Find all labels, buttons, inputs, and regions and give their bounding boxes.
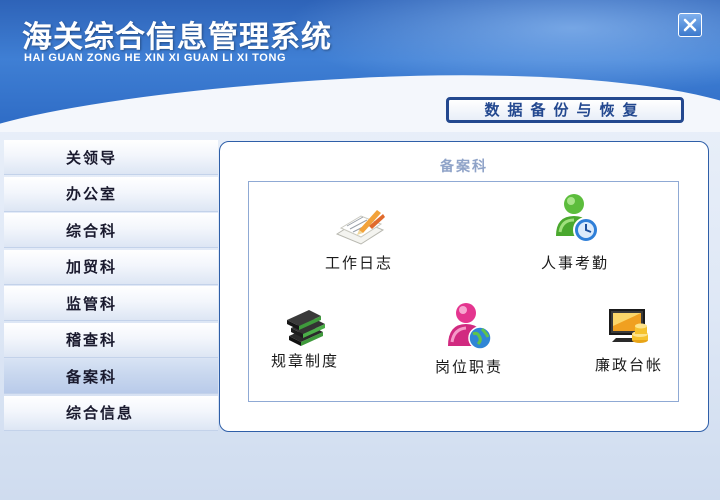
module-job-duties[interactable]: 岗位职责 bbox=[429, 302, 509, 377]
app-subtitle: HAI GUAN ZONG HE XIN XI GUAN LI XI TONG bbox=[24, 52, 287, 64]
module-label: 廉政台帐 bbox=[594, 356, 663, 374]
panel-title: 备案科 bbox=[440, 159, 488, 175]
sidebar: 关领导 办公室 综合科 加贸科 监管科 稽查科 备案科 综合信息 bbox=[4, 140, 218, 432]
module-integrity-ledger[interactable]: 廉政台帐 bbox=[589, 304, 669, 375]
monitor-coins-icon bbox=[609, 309, 648, 343]
close-icon bbox=[683, 18, 697, 32]
backup-restore-button[interactable]: 数据备份与恢复 bbox=[446, 97, 684, 123]
sidebar-item-records[interactable]: 备案科 bbox=[4, 359, 218, 394]
sidebar-item-general-info[interactable]: 综合信息 bbox=[4, 395, 218, 431]
sidebar-item-supervision[interactable]: 监管科 bbox=[4, 286, 218, 321]
sidebar-item-label: 稽查科 bbox=[66, 331, 118, 349]
sidebar-item-label: 监管科 bbox=[66, 294, 118, 313]
module-label: 规章制度 bbox=[270, 352, 339, 370]
sidebar-item-leaders[interactable]: 关领导 bbox=[4, 140, 218, 175]
module-work-log[interactable]: 工作日志 bbox=[319, 204, 399, 273]
sidebar-item-label: 加贸科 bbox=[66, 258, 118, 276]
module-grid: 工作日志 人事考勤 规章制度 岗位职责 廉政台帐 bbox=[248, 181, 679, 402]
user-clock-icon bbox=[556, 194, 599, 243]
module-label: 工作日志 bbox=[324, 254, 393, 272]
sidebar-item-label: 综合科 bbox=[66, 221, 118, 240]
sidebar-item-office[interactable]: 办公室 bbox=[4, 176, 218, 212]
sidebar-item-label: 综合信息 bbox=[66, 404, 135, 422]
sidebar-item-label: 备案科 bbox=[66, 367, 118, 386]
close-button[interactable] bbox=[678, 13, 702, 37]
sidebar-item-label: 关领导 bbox=[66, 148, 118, 167]
app-title: 海关综合信息管理系统 bbox=[22, 20, 332, 55]
module-label: 岗位职责 bbox=[434, 358, 503, 376]
sidebar-item-label: 办公室 bbox=[66, 185, 118, 203]
module-label: 人事考勤 bbox=[540, 254, 609, 272]
module-attendance[interactable]: 人事考勤 bbox=[535, 192, 615, 273]
books-icon bbox=[287, 310, 325, 346]
notepad-pencil-icon bbox=[335, 210, 385, 245]
module-regulations[interactable]: 规章制度 bbox=[265, 302, 345, 371]
sidebar-item-processing-trade[interactable]: 加贸科 bbox=[4, 249, 218, 285]
app-header: 海关综合信息管理系统 HAI GUAN ZONG HE XIN XI GUAN … bbox=[0, 0, 720, 132]
user-globe-icon bbox=[448, 303, 492, 350]
sidebar-item-inspection[interactable]: 稽查科 bbox=[4, 322, 218, 358]
sidebar-item-general-section[interactable]: 综合科 bbox=[4, 213, 218, 248]
content-panel: 备案科 工作日志 人事考勤 规章制度 岗位职责 廉政台帐 bbox=[219, 141, 709, 432]
